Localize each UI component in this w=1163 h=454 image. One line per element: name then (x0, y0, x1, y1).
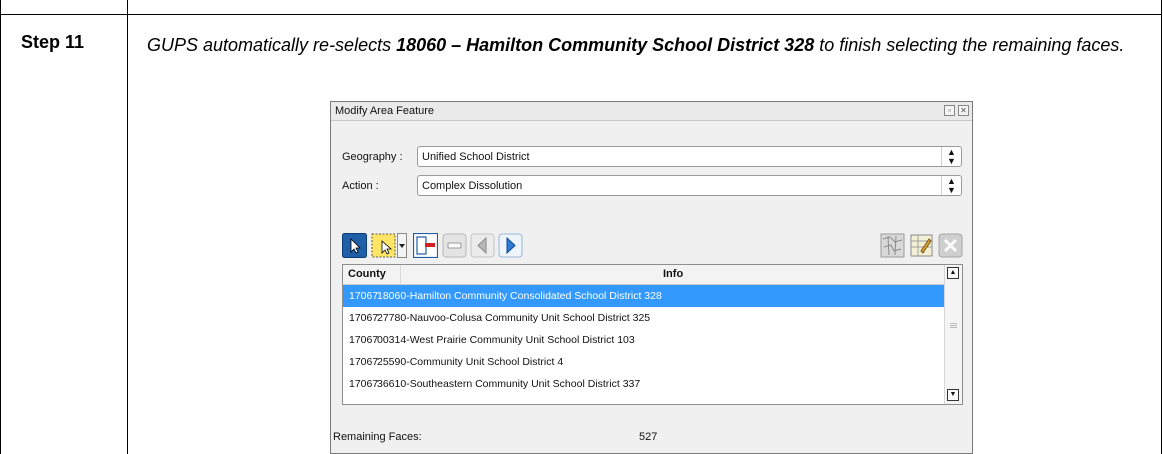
geography-value: Unified School District (422, 151, 530, 163)
close-icon[interactable]: ✕ (958, 105, 969, 116)
cell-info: 27780-Nauvoo-Colusa Community Unit Schoo… (377, 312, 651, 324)
step-text-end: to finish selecting the remaining faces. (814, 35, 1125, 55)
spin-arrows-icon: ▲ ▼ (941, 176, 961, 195)
cell-county: 17067 (349, 378, 379, 390)
rectangle-select-icon[interactable] (371, 233, 396, 258)
float-icon[interactable]: ▫ (944, 105, 955, 116)
geography-label: Geography : (342, 151, 403, 163)
spin-arrows-icon: ▲ ▼ (941, 147, 961, 166)
table-border-left (0, 0, 1, 454)
minus-icon[interactable] (442, 233, 467, 258)
step-text-start: GUPS automatically re-selects (147, 35, 397, 55)
remaining-faces-count: 527 (639, 431, 658, 443)
step-description: GUPS automatically re-selects 18060 – Ha… (147, 32, 1137, 59)
table-row[interactable]: 17067 18060-Hamilton Community Consolida… (343, 285, 946, 307)
scroll-grip (950, 323, 957, 324)
table-row[interactable]: 17067 27780-Nauvoo-Colusa Community Unit… (343, 307, 946, 329)
step-label: Step 11 (21, 32, 85, 52)
action-label: Action : (342, 180, 379, 192)
faces-table[interactable]: County Info 17067 18060-Hamilton Communi… (342, 264, 963, 405)
scroll-grip (950, 325, 957, 326)
remove-face-icon[interactable] (412, 232, 439, 259)
dialog-title: Modify Area Feature (335, 105, 435, 117)
dialog-titlebar[interactable]: Modify Area Feature ▫ ✕ (331, 102, 972, 121)
table-row[interactable]: 17067 00314-West Prairie Community Unit … (343, 329, 946, 351)
column-header-info[interactable]: Info (663, 268, 683, 280)
action-select[interactable]: Complex Dissolution ▲ ▼ (417, 175, 962, 196)
scroll-grip (950, 327, 957, 328)
step-text-emphasis: 18060 – Hamilton Community School Distri… (396, 35, 815, 55)
remaining-faces-label: Remaining Faces: (333, 431, 422, 443)
map-icon[interactable] (880, 233, 905, 258)
table-row-divider (0, 14, 1162, 15)
table-header: County Info (343, 265, 946, 285)
table-column-divider (127, 0, 128, 454)
edit-table-icon[interactable] (909, 233, 934, 258)
table-border-right (1161, 0, 1162, 454)
action-value: Complex Dissolution (422, 180, 523, 192)
cell-county: 17067 (349, 356, 379, 368)
cell-info: 36610-Southeastern Community Unit School… (377, 378, 641, 390)
modify-area-feature-dialog: Modify Area Feature ▫ ✕ Geography : Unif… (330, 101, 973, 454)
next-icon[interactable] (498, 233, 523, 258)
cell-info: 00314-West Prairie Community Unit School… (377, 334, 635, 346)
cell-info: 25590-Community Unit School District 4 (377, 356, 564, 368)
geography-select[interactable]: Unified School District ▲ ▼ (417, 146, 962, 167)
cell-info: 18060-Hamilton Community Consolidated Sc… (377, 290, 662, 302)
table-row[interactable]: 17067 36610-Southeastern Community Unit … (343, 373, 946, 395)
table-scrollbar[interactable]: ▲ ▼ (944, 265, 962, 404)
cell-county: 17067 (349, 312, 379, 324)
header-divider (400, 265, 401, 284)
select-feature-icon[interactable] (342, 233, 367, 258)
cell-county: 17067 (349, 334, 379, 346)
previous-icon[interactable] (470, 233, 495, 258)
column-header-county[interactable]: County (348, 268, 386, 280)
scroll-up-icon[interactable]: ▲ (947, 267, 959, 279)
close-icon[interactable] (938, 233, 963, 258)
scroll-down-icon[interactable]: ▼ (947, 389, 959, 401)
cell-county: 17067 (349, 290, 379, 302)
table-row[interactable]: 17067 25590-Community Unit School Distri… (343, 351, 946, 373)
dropdown-arrow-icon[interactable] (397, 233, 407, 258)
